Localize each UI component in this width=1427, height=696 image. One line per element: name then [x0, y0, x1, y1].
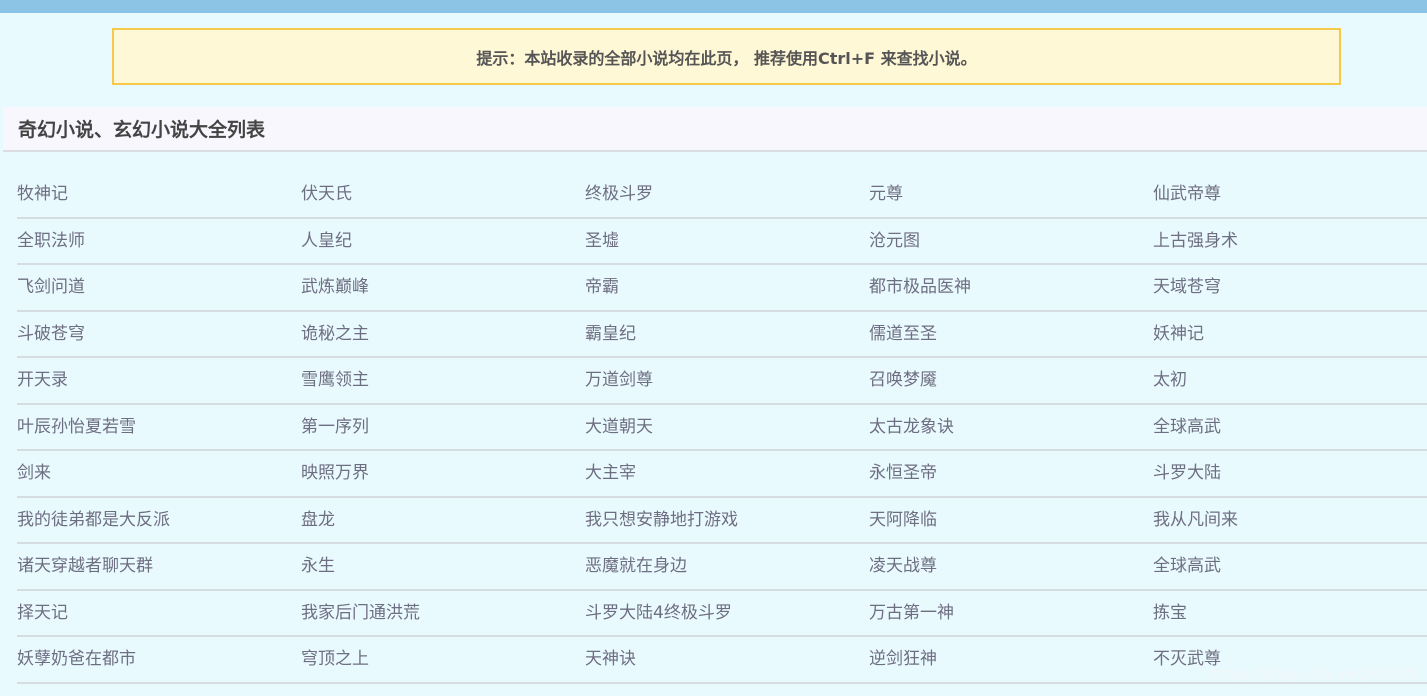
novel-link[interactable]: 盘龙 — [301, 498, 585, 543]
novel-row: 牧神记 伏天氏 终极斗罗 元尊 仙武帝尊 — [17, 172, 1427, 219]
novel-link[interactable]: 妖神记 — [1153, 312, 1427, 357]
novel-row: 斗破苍穹 诡秘之主 霸皇纪 儒道至圣 妖神记 — [17, 312, 1427, 358]
novel-link[interactable]: 我从凡间来 — [1153, 498, 1427, 543]
novel-link[interactable]: 全球高武 — [1153, 405, 1427, 450]
novel-row: 叶辰孙怡夏若雪 第一序列 大道朝天 太古龙象诀 全球高武 — [17, 405, 1427, 451]
novel-link[interactable]: 召唤梦魇 — [869, 358, 1153, 403]
novel-link[interactable]: 人皇纪 — [301, 219, 585, 264]
novel-list: 牧神记 伏天氏 终极斗罗 元尊 仙武帝尊 全职法师 人皇纪 圣墟 沧元图 上古强身术 飞剑问道 武炼巅… — [0, 172, 1427, 684]
novel-link[interactable]: 太古龙象诀 — [869, 405, 1153, 450]
novel-link[interactable]: 永生 — [301, 544, 585, 589]
top-bar — [0, 0, 1427, 13]
novel-link[interactable]: 全职法师 — [17, 219, 301, 264]
novel-link[interactable]: 霸皇纪 — [585, 312, 869, 357]
novel-link[interactable]: 诡秘之主 — [301, 312, 585, 357]
novel-link[interactable]: 斗罗大陆 — [1153, 451, 1427, 496]
novel-link[interactable]: 凌天战尊 — [869, 544, 1153, 589]
novel-row: 开天录 雪鹰领主 万道剑尊 召唤梦魇 太初 — [17, 358, 1427, 405]
novel-link[interactable]: 天神诀 — [585, 637, 869, 682]
section-title: 奇幻小说、玄幻小说大全列表 — [18, 119, 266, 141]
novel-link[interactable]: 上古强身术 — [1153, 219, 1427, 264]
novel-link[interactable]: 剑来 — [17, 451, 301, 496]
novel-link[interactable]: 元尊 — [869, 172, 1153, 217]
novel-link[interactable]: 天阿降临 — [869, 498, 1153, 543]
novel-link[interactable]: 儒道至圣 — [869, 312, 1153, 357]
novel-link[interactable]: 终极斗罗 — [585, 172, 869, 217]
watermark: https://blog.csdn.net/RXXPY — [1210, 667, 1419, 683]
novel-link[interactable]: 叶辰孙怡夏若雪 — [17, 405, 301, 450]
section-header: 奇幻小说、玄幻小说大全列表 — [3, 107, 1427, 152]
novel-link[interactable]: 逆剑狂神 — [869, 637, 1153, 682]
novel-row: 飞剑问道 武炼巅峰 帝霸 都市极品医神 天域苍穹 — [17, 265, 1427, 312]
novel-link[interactable]: 穹顶之上 — [301, 637, 585, 682]
novel-row: 诸天穿越者聊天群 永生 恶魔就在身边 凌天战尊 全球高武 — [17, 544, 1427, 591]
novel-link[interactable]: 都市极品医神 — [869, 265, 1153, 310]
novel-link[interactable]: 大主宰 — [585, 451, 869, 496]
novel-link[interactable]: 大道朝天 — [585, 405, 869, 450]
novel-link[interactable]: 万道剑尊 — [585, 358, 869, 403]
novel-link[interactable]: 妖孽奶爸在都市 — [17, 637, 301, 682]
novel-row: 剑来 映照万界 大主宰 永恒圣帝 斗罗大陆 — [17, 451, 1427, 498]
novel-link[interactable]: 映照万界 — [301, 451, 585, 496]
novel-row: 择天记 我家后门通洪荒 斗罗大陆4终极斗罗 万古第一神 拣宝 — [17, 591, 1427, 637]
novel-link[interactable]: 雪鹰领主 — [301, 358, 585, 403]
novel-link[interactable]: 开天录 — [17, 358, 301, 403]
novel-link[interactable]: 仙武帝尊 — [1153, 172, 1427, 217]
novel-link[interactable]: 太初 — [1153, 358, 1427, 403]
novel-link[interactable]: 斗罗大陆4终极斗罗 — [585, 591, 869, 636]
novel-link[interactable]: 沧元图 — [869, 219, 1153, 264]
novel-link[interactable]: 斗破苍穹 — [17, 312, 301, 357]
notice-banner: 提示：本站收录的全部小说均在此页， 推荐使用Ctrl+F 来查找小说。 — [112, 28, 1341, 85]
novel-row: 我的徒弟都是大反派 盘龙 我只想安静地打游戏 天阿降临 我从凡间来 — [17, 498, 1427, 544]
novel-link[interactable]: 伏天氏 — [301, 172, 585, 217]
novel-link[interactable]: 我只想安静地打游戏 — [585, 498, 869, 543]
novel-link[interactable]: 武炼巅峰 — [301, 265, 585, 310]
novel-link[interactable]: 飞剑问道 — [17, 265, 301, 310]
novel-link[interactable]: 圣墟 — [585, 219, 869, 264]
novel-link[interactable]: 恶魔就在身边 — [585, 544, 869, 589]
novel-link[interactable]: 万古第一神 — [869, 591, 1153, 636]
novel-link[interactable]: 帝霸 — [585, 265, 869, 310]
novel-link[interactable]: 天域苍穹 — [1153, 265, 1427, 310]
notice-text: 提示：本站收录的全部小说均在此页， 推荐使用Ctrl+F 来查找小说。 — [476, 48, 977, 68]
novel-link[interactable]: 诸天穿越者聊天群 — [17, 544, 301, 589]
novel-row: 全职法师 人皇纪 圣墟 沧元图 上古强身术 — [17, 219, 1427, 265]
novel-link[interactable]: 择天记 — [17, 591, 301, 636]
novel-link[interactable]: 第一序列 — [301, 405, 585, 450]
novel-link[interactable]: 拣宝 — [1153, 591, 1427, 636]
novel-link[interactable]: 永恒圣帝 — [869, 451, 1153, 496]
novel-link[interactable]: 牧神记 — [17, 172, 301, 217]
novel-link[interactable]: 我家后门通洪荒 — [301, 591, 585, 636]
novel-link[interactable]: 全球高武 — [1153, 544, 1427, 589]
novel-link[interactable]: 我的徒弟都是大反派 — [17, 498, 301, 543]
